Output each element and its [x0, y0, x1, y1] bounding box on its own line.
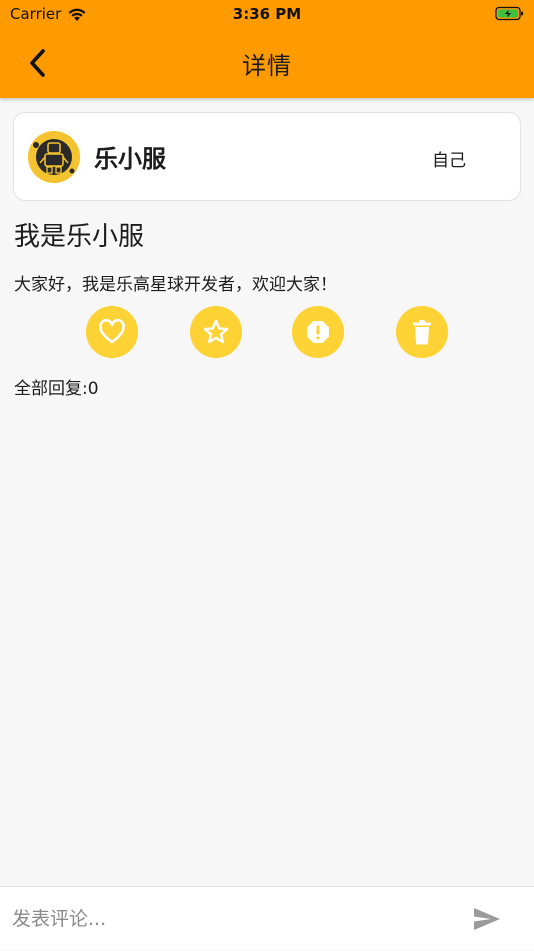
post-body: 大家好，我是乐高星球开发者，欢迎大家！: [14, 275, 337, 295]
comment-input[interactable]: [0, 887, 450, 951]
delete-button[interactable]: [396, 306, 448, 358]
status-bar: Carrier 3:36 PM: [0, 0, 534, 28]
avatar[interactable]: [28, 131, 80, 183]
comment-bar: [0, 886, 534, 951]
action-bar: [0, 306, 534, 358]
status-time: 3:36 PM: [232, 5, 302, 23]
nav-row: 详情: [0, 38, 534, 86]
author-name: 乐小服: [94, 145, 166, 173]
heart-icon: [99, 319, 125, 344]
like-button[interactable]: [86, 306, 138, 358]
reply-count: 全部回复:0: [14, 379, 99, 399]
battery-charging-icon: [495, 6, 523, 21]
post-title: 我是乐小服: [14, 222, 145, 252]
navigation-header: Carrier 3:36 PM 详情: [0, 0, 534, 98]
send-icon: [474, 908, 500, 930]
page-title: 详情: [242, 52, 292, 80]
report-button[interactable]: [292, 306, 344, 358]
author-card[interactable]: 乐小服 自己: [13, 112, 521, 201]
star-icon: [203, 319, 229, 344]
report-icon: [307, 321, 329, 343]
trash-icon: [413, 320, 431, 345]
robot-avatar-icon: [28, 131, 80, 183]
author-tag[interactable]: 自己: [432, 146, 466, 171]
send-button[interactable]: [468, 903, 506, 935]
favorite-button[interactable]: [190, 306, 242, 358]
